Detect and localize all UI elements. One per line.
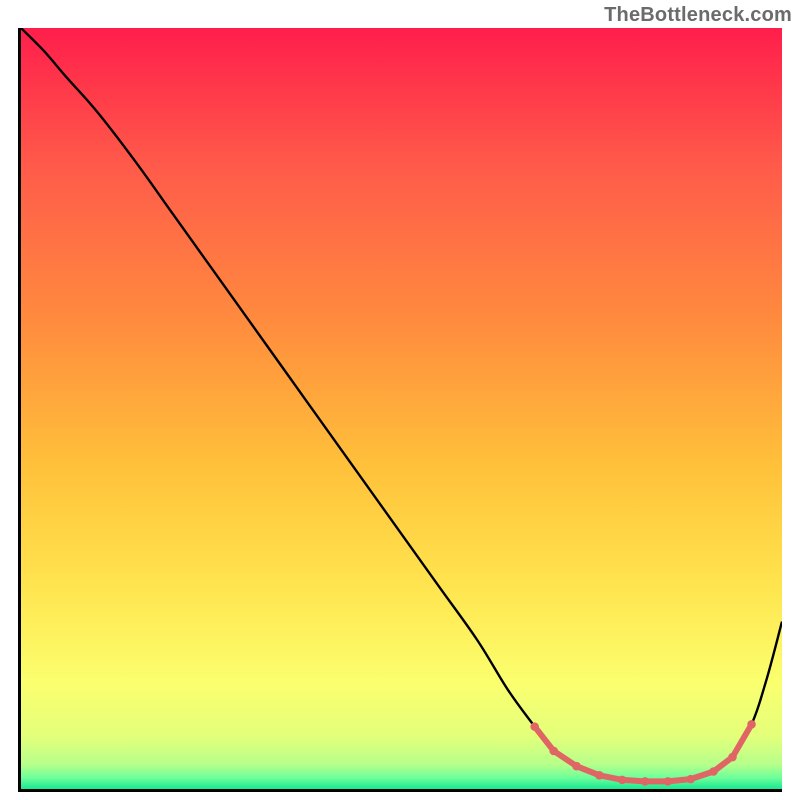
chart-canvas: TheBottleneck.com xyxy=(0,0,800,800)
optimal-range-marker xyxy=(641,777,650,786)
optimal-range-marker xyxy=(549,747,558,756)
optimal-range-marker xyxy=(728,753,737,762)
optimal-range-marker xyxy=(530,722,539,731)
optimal-range-marker xyxy=(595,771,604,780)
optimal-range-marker xyxy=(747,720,756,729)
optimal-range-marker xyxy=(618,776,627,785)
optimal-range-marker xyxy=(709,767,718,776)
plot-area xyxy=(18,28,782,792)
gradient-background xyxy=(21,28,782,789)
optimal-range-marker xyxy=(686,775,695,784)
optimal-range-marker xyxy=(664,777,673,786)
watermark-text: TheBottleneck.com xyxy=(604,4,792,27)
chart-svg xyxy=(21,28,782,789)
optimal-range-marker xyxy=(572,762,581,771)
